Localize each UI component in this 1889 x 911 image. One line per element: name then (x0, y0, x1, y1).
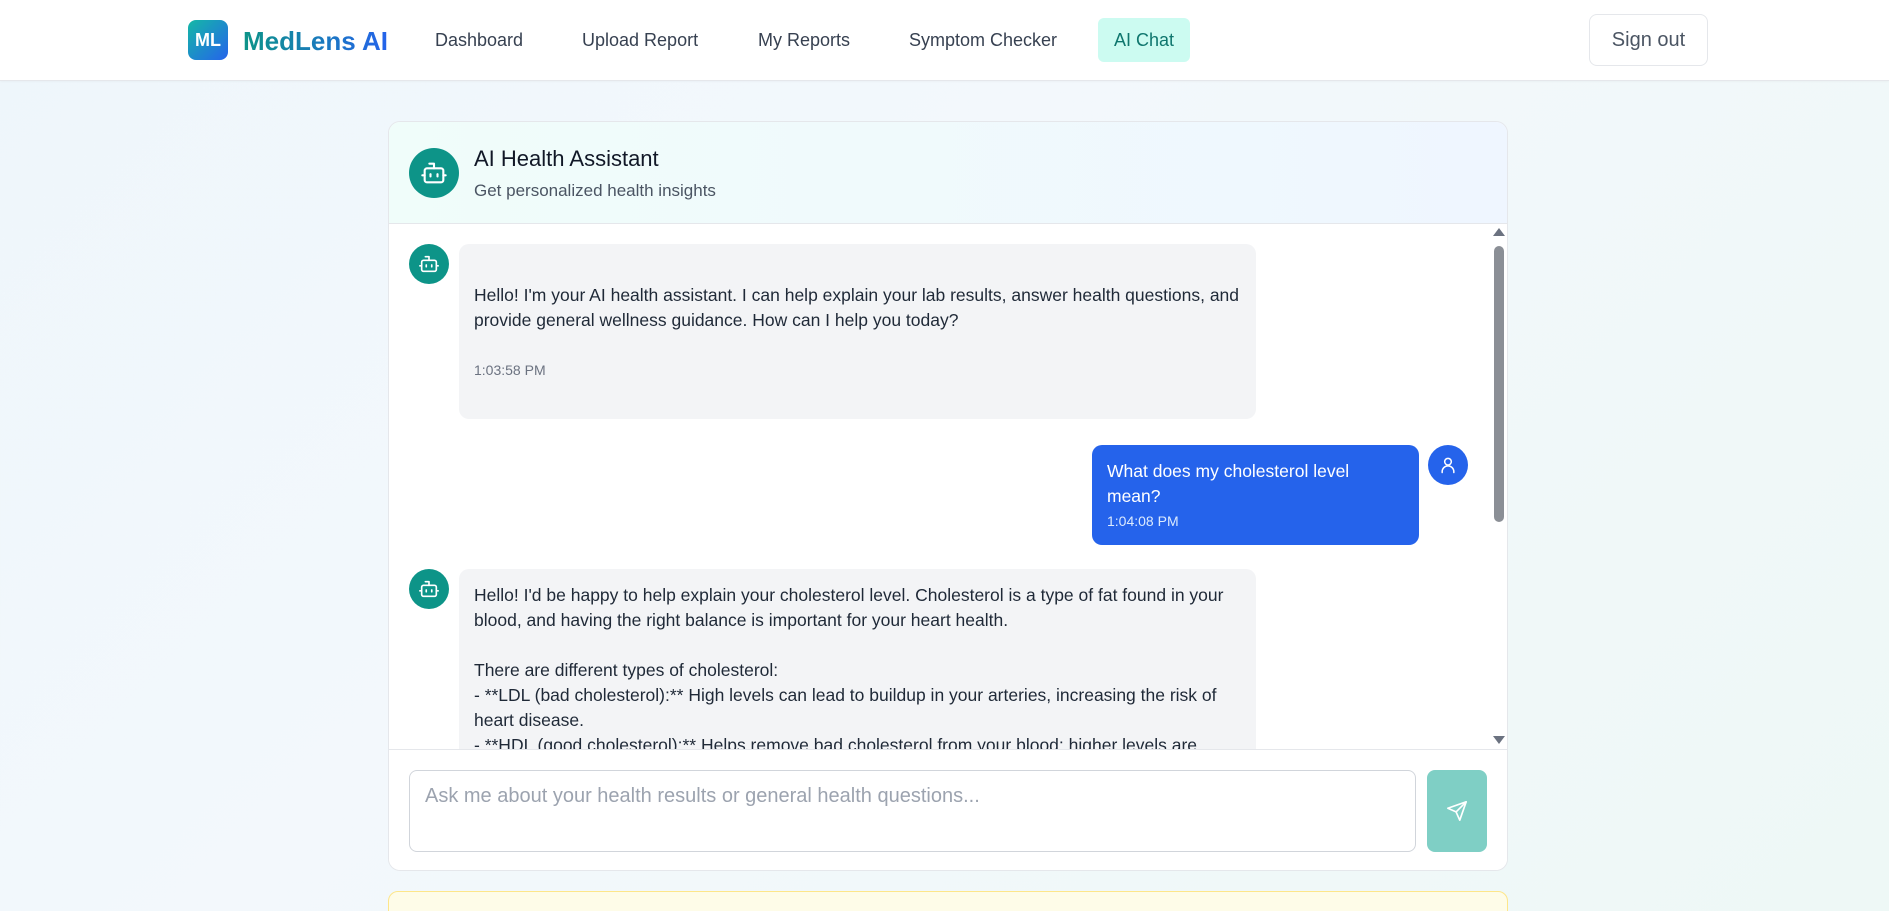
message-scrollbar[interactable] (1491, 228, 1505, 744)
message-list[interactable]: Hello! I'm your AI health assistant. I c… (389, 224, 1507, 749)
sign-out-button[interactable]: Sign out (1589, 14, 1708, 66)
send-icon (1447, 801, 1467, 821)
bot-icon (409, 244, 449, 284)
nav-item-ai-chat[interactable]: AI Chat (1098, 18, 1191, 62)
send-button[interactable] (1427, 770, 1487, 852)
chat-input-area (389, 749, 1507, 870)
assistant-message: Hello! I'd be happy to help explain your… (459, 569, 1256, 749)
bot-icon (409, 569, 449, 609)
brand-name[interactable]: MedLens AI (243, 24, 388, 58)
chat-subtitle: Get personalized health insights (474, 181, 716, 200)
bot-icon (409, 148, 459, 198)
message-text: Hello! I'd be happy to help explain your… (474, 585, 1224, 749)
message-timestamp: 1:03:58 PM (474, 362, 546, 378)
scroll-up-arrow[interactable] (1493, 228, 1505, 236)
message-text: What does my cholesterol level mean? (1107, 461, 1350, 506)
nav-item-dashboard[interactable]: Dashboard (419, 18, 539, 62)
user-icon (1428, 445, 1468, 485)
chat-input[interactable] (409, 770, 1416, 852)
message-text: Hello! I'm your AI health assistant. I c… (474, 285, 1240, 330)
logo[interactable]: ML (188, 20, 228, 60)
disclaimer-banner (388, 891, 1508, 911)
scroll-down-arrow[interactable] (1493, 736, 1505, 744)
chat-card: AI Health Assistant Get personalized hea… (388, 121, 1508, 871)
message-timestamp: 1:04:08 PM (1107, 513, 1179, 529)
assistant-message: Hello! I'm your AI health assistant. I c… (459, 244, 1256, 419)
nav-item-upload-report[interactable]: Upload Report (566, 18, 714, 62)
nav-item-my-reports[interactable]: My Reports (742, 18, 866, 62)
scroll-thumb[interactable] (1494, 246, 1504, 522)
chat-title: AI Health Assistant (474, 146, 659, 171)
nav-item-symptom-checker[interactable]: Symptom Checker (893, 18, 1073, 62)
chat-header: AI Health Assistant Get personalized hea… (389, 122, 1507, 224)
user-message: What does my cholesterol level mean? 1:0… (1092, 445, 1419, 545)
top-navigation: ML MedLens AI Dashboard Upload Report My… (0, 0, 1889, 81)
